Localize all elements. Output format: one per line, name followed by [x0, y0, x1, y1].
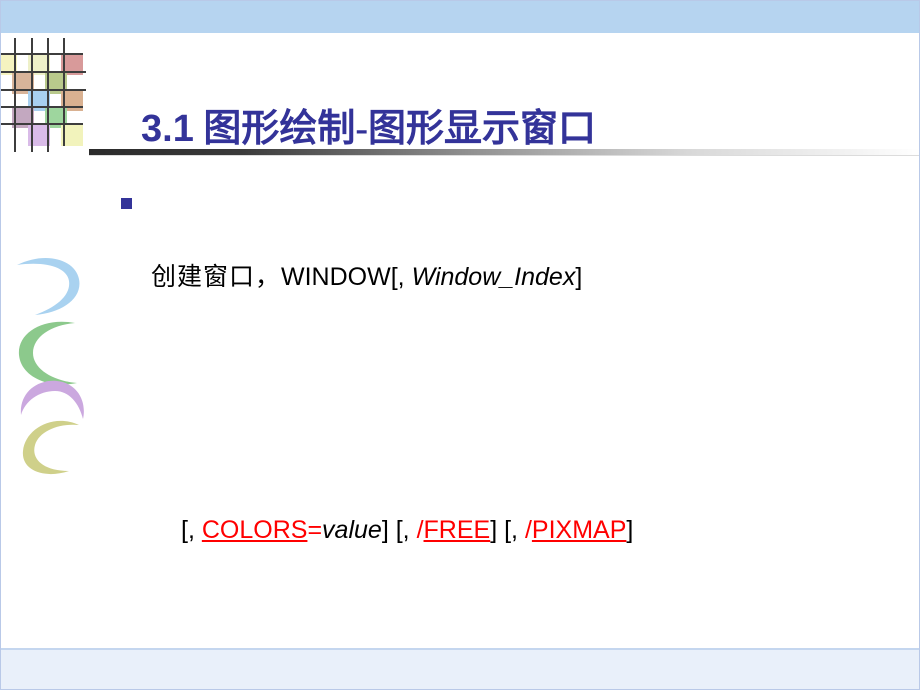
bullet-1-head-line: 创建窗口，WINDOW[, Window_Index]	[151, 259, 911, 296]
slide-body: 创建窗口，WINDOW[, Window_Index] [, COLORS=va…	[121, 187, 911, 689]
title-text: 图形绘制-图形显示窗口	[203, 108, 596, 150]
title-underline	[89, 149, 919, 156]
s1-cb3: ]	[626, 516, 634, 544]
title-number: 3.1	[141, 108, 194, 150]
s1-slash2: /	[524, 516, 532, 544]
slide-canvas: 3.1 图形绘制-图形显示窗口 创建窗口，WINDOW[, Window_Ind…	[0, 0, 920, 690]
s1-ob2: [,	[395, 516, 417, 544]
decorative-crescents	[13, 253, 99, 475]
list-item: 创建窗口，WINDOW[, Window_Index] [, COLORS=va…	[121, 187, 911, 689]
decorative-grid	[1, 34, 97, 152]
s1-cb2: ]	[490, 516, 498, 544]
slide-title: 3.1 图形绘制-图形显示窗口	[141, 97, 596, 152]
token-window-index-1: Window_Index	[411, 263, 576, 291]
s1-ob: [,	[181, 516, 202, 544]
bullet-1-command: WINDOW	[281, 263, 391, 291]
s1-cb: ]	[381, 516, 389, 544]
keyword-free: FREE	[423, 516, 491, 544]
keyword-colors: COLORS	[201, 516, 308, 544]
top-band-edge	[1, 33, 919, 35]
s1-eq: =	[307, 516, 323, 544]
decorative-grid-svg	[1, 38, 86, 152]
title-underline-hairline	[89, 155, 919, 156]
s1-slash: /	[416, 516, 424, 544]
s1-ob3: [,	[504, 516, 525, 544]
syntax-close-1: ]	[575, 263, 583, 291]
keyword-pixmap: PIXMAP	[531, 516, 627, 544]
decorative-crescents-svg	[17, 257, 84, 475]
syntax-open-1: [,	[390, 263, 412, 291]
bullet-marker-icon	[121, 198, 132, 209]
bullet-1-text: 创建窗口，WINDOW[, Window_Index] [, COLORS=va…	[151, 187, 911, 689]
footer-band	[1, 650, 919, 689]
syntax-line-1: [, COLORS=value] [, /FREE] [, /PIXMAP]	[181, 512, 911, 548]
bullet-1-label: 创建窗口，	[151, 264, 282, 291]
s1-value: value	[322, 516, 382, 544]
top-accent-band	[1, 1, 919, 33]
